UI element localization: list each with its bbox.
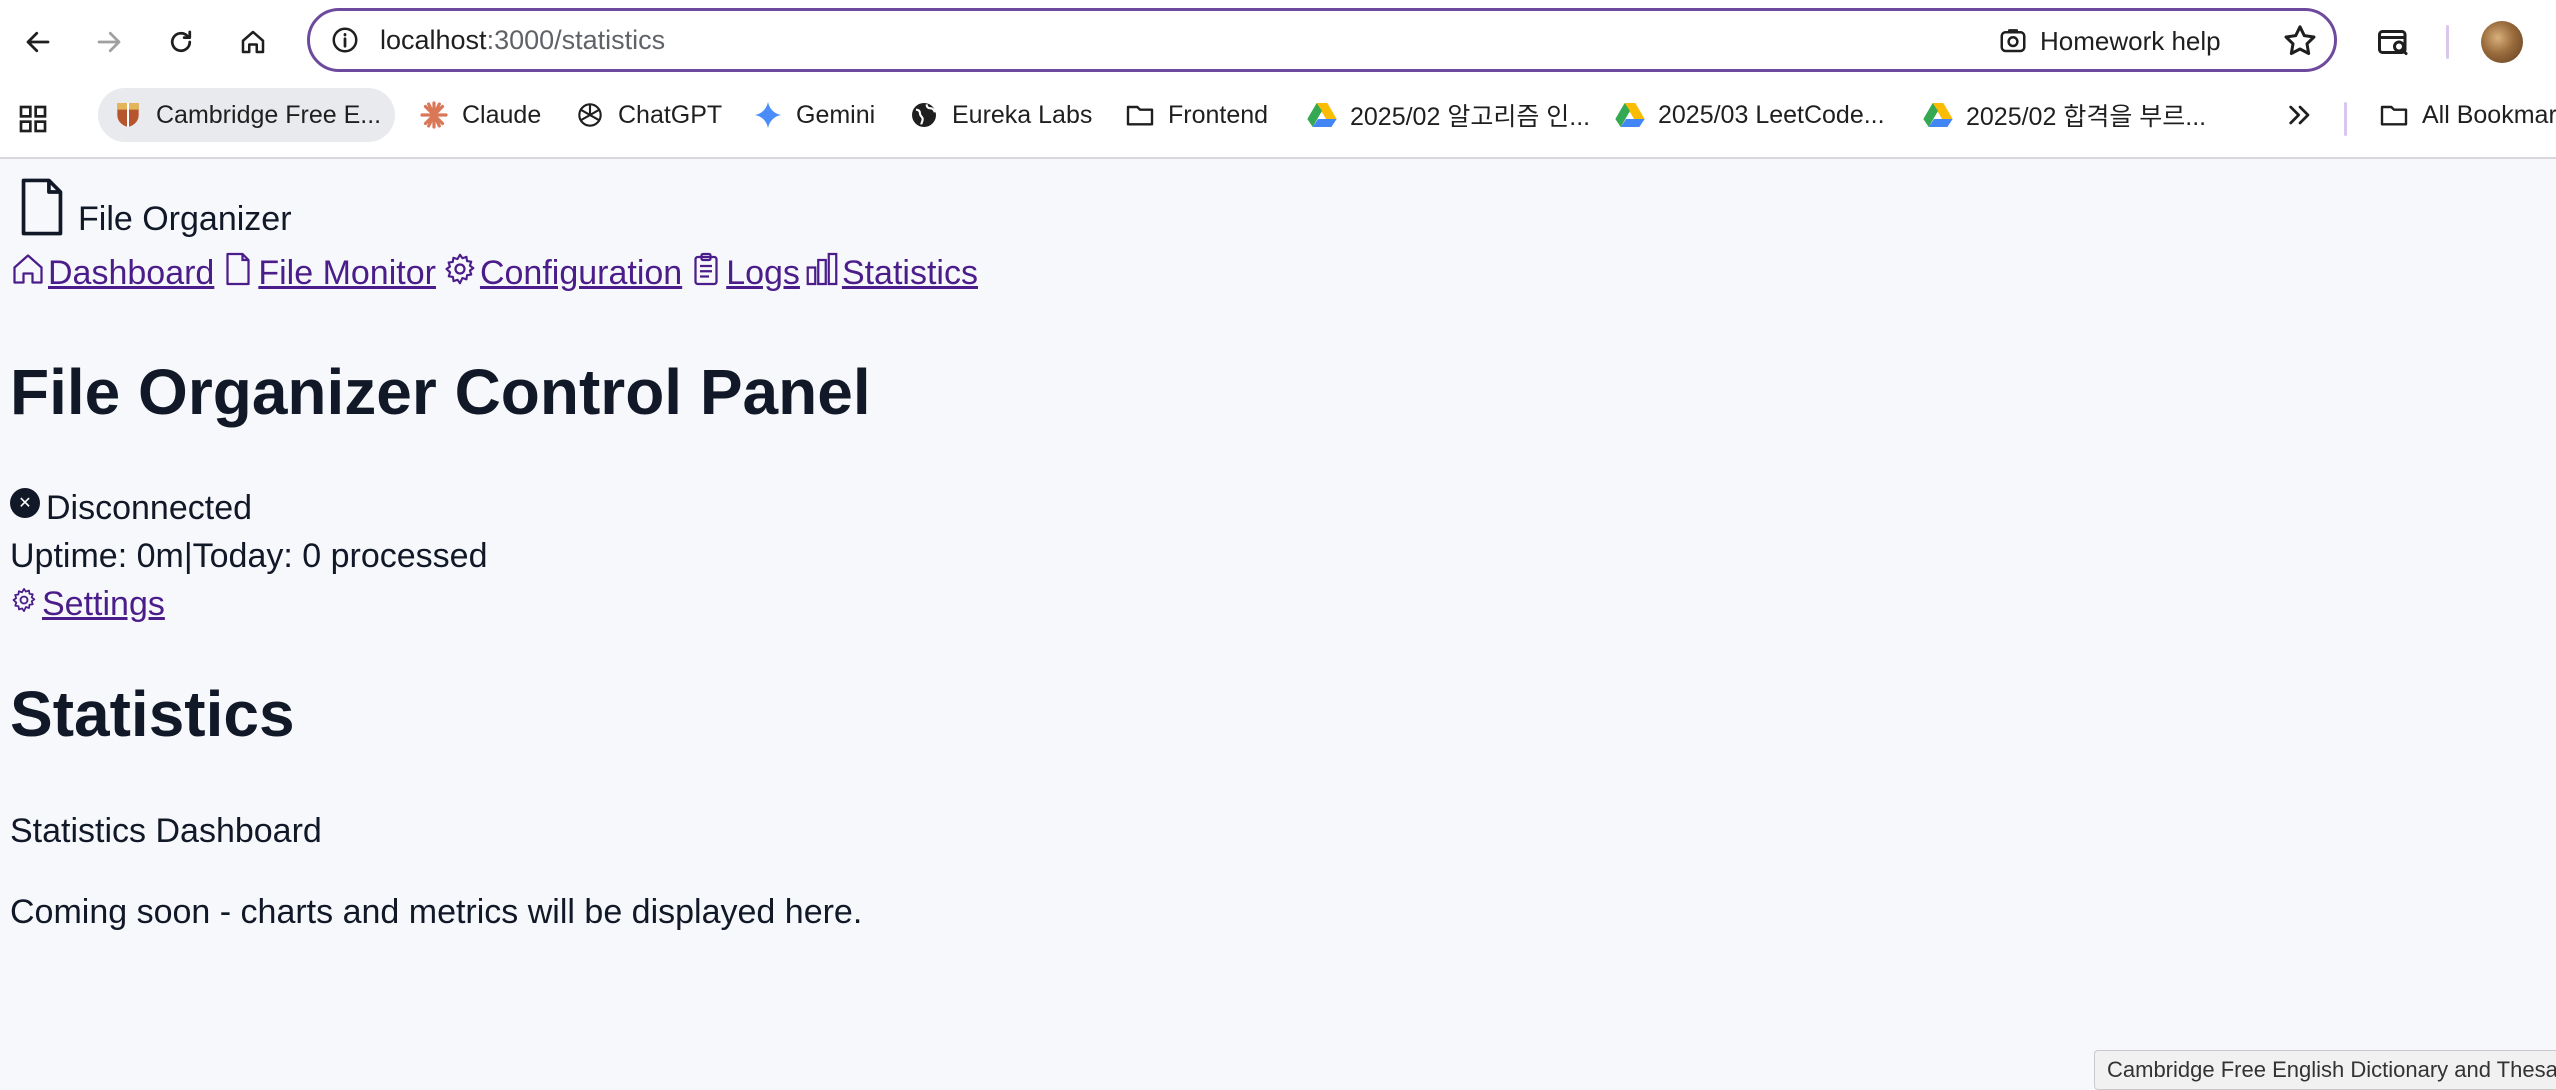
chevrons-right-icon <box>2284 99 2316 131</box>
back-button[interactable] <box>12 16 64 68</box>
nav-dashboard[interactable]: Dashboard <box>10 251 214 293</box>
gemini-icon <box>752 99 784 131</box>
bookmark-drive-1[interactable]: 2025/02 알고리즘 인... <box>1292 88 1604 142</box>
app-brand: File Organizer <box>14 177 292 237</box>
connection-status: ✕ Disconnected <box>10 487 253 528</box>
nav-label: Statistics <box>841 254 978 292</box>
bookmark-label: Frontend <box>1168 100 1269 129</box>
nav-label: File Monitor <box>258 254 436 292</box>
cambridge-icon <box>112 99 144 131</box>
file-icon <box>226 252 250 286</box>
toolbar-divider <box>2446 25 2449 59</box>
homework-help-button[interactable]: Homework help <box>1998 21 2221 61</box>
url-host: localhost <box>380 25 487 55</box>
claude-icon <box>418 99 450 131</box>
bookmark-label: Gemini <box>796 100 876 129</box>
globe-icon <box>908 99 940 131</box>
address-bar[interactable]: localhost:3000/statistics Homework help <box>307 8 2337 72</box>
home-icon <box>13 254 43 284</box>
bookmark-label: 2025/02 합격을 부르... <box>1966 103 2207 131</box>
gear-icon <box>12 588 36 612</box>
tab-search-button[interactable] <box>2367 16 2419 68</box>
bookmarks-bar: Cambridge Free E... Claude ChatGPT Gemin… <box>0 84 2556 154</box>
bar-chart-icon <box>806 252 838 286</box>
main-nav: Dashboard File Monitor Configuration Log… <box>10 251 978 293</box>
browser-toolbar: localhost:3000/statistics Homework help <box>0 0 2556 84</box>
google-drive-icon <box>1306 99 1338 131</box>
lens-camera-icon <box>2000 29 2026 53</box>
bookmarks-divider <box>2344 102 2347 136</box>
arrow-left-icon <box>26 31 50 53</box>
bookmark-drive-2[interactable]: 2025/03 LeetCode... <box>1600 88 1899 142</box>
uptime-summary: Uptime: 0m|Today: 0 processed <box>10 537 488 575</box>
status-text: Disconnected <box>46 489 253 527</box>
page-title: File Organizer Control Panel <box>10 356 871 428</box>
url-path: :3000/statistics <box>486 25 666 55</box>
nav-statistics[interactable]: Statistics <box>804 251 978 293</box>
x-circle-icon: ✕ <box>10 487 40 518</box>
bookmark-claude[interactable]: Claude <box>404 88 555 142</box>
home-icon <box>241 30 265 54</box>
nav-file-monitor[interactable]: File Monitor <box>220 251 436 293</box>
page-content: File Organizer Dashboard File Monitor Co… <box>0 157 2556 1074</box>
settings-link[interactable]: Settings <box>10 585 165 624</box>
chatgpt-icon <box>574 99 606 131</box>
bookmark-label: Claude <box>462 100 542 129</box>
section-subtitle: Statistics Dashboard <box>10 812 322 850</box>
section-body: Coming soon - charts and metrics will be… <box>10 893 863 931</box>
google-drive-icon <box>1614 99 1646 131</box>
all-bookmarks-button[interactable]: All Bookmarks <box>2364 88 2556 142</box>
bookmark-star-icon[interactable] <box>2280 21 2320 61</box>
clipboard-icon <box>694 252 718 286</box>
bookmark-chatgpt[interactable]: ChatGPT <box>560 88 736 142</box>
all-bookmarks-label: All Bookmarks <box>2422 100 2556 129</box>
file-icon <box>21 178 63 236</box>
nav-configuration[interactable]: Configuration <box>442 251 682 293</box>
google-drive-icon <box>1922 99 1954 131</box>
bookmark-gemini[interactable]: Gemini <box>738 88 889 142</box>
nav-label: Configuration <box>479 254 683 292</box>
more-bookmarks-button[interactable] <box>2270 88 2330 142</box>
bookmark-cambridge[interactable]: Cambridge Free E... <box>98 88 396 142</box>
section-title: Statistics <box>10 678 295 750</box>
apps-grid-icon <box>17 103 49 135</box>
settings-label: Settings <box>42 585 165 623</box>
reload-button[interactable] <box>155 16 207 68</box>
reload-icon <box>170 30 192 53</box>
brand-title: File Organizer <box>78 200 292 238</box>
browser-chrome: localhost:3000/statistics Homework help … <box>0 0 2556 159</box>
bookmark-eureka-labs[interactable]: Eureka Labs <box>894 88 1106 142</box>
forward-button[interactable] <box>83 16 135 68</box>
bookmark-frontend-folder[interactable]: Frontend <box>1110 88 1282 142</box>
nav-label: Dashboard <box>48 254 215 292</box>
gear-icon <box>445 253 475 285</box>
homework-help-label: Homework help <box>2040 25 2221 56</box>
folder-icon <box>2378 99 2410 131</box>
profile-avatar[interactable] <box>2481 21 2523 63</box>
nav-label: Logs <box>726 254 800 292</box>
tab-search-icon <box>2378 30 2408 56</box>
home-button[interactable] <box>227 16 279 68</box>
folder-icon <box>1124 99 1156 131</box>
bookmark-drive-3[interactable]: 2025/02 합격을 부르... <box>1908 88 2220 142</box>
bookmark-label: Eureka Labs <box>952 100 1093 129</box>
bookmark-label: 2025/02 알고리즘 인... <box>1350 103 1591 131</box>
apps-button[interactable] <box>8 92 58 146</box>
bookmark-label: Cambridge Free E... <box>156 100 382 129</box>
arrow-right-icon <box>97 31 121 53</box>
bookmark-label: 2025/03 LeetCode... <box>1658 100 1885 129</box>
info-icon[interactable] <box>330 25 360 55</box>
url-text[interactable]: localhost:3000/statistics <box>380 25 665 56</box>
bookmark-label: ChatGPT <box>618 100 723 129</box>
bookmark-tooltip: Cambridge Free English Dictionary and Th… <box>2094 1050 2556 1090</box>
nav-logs[interactable]: Logs <box>688 251 800 293</box>
